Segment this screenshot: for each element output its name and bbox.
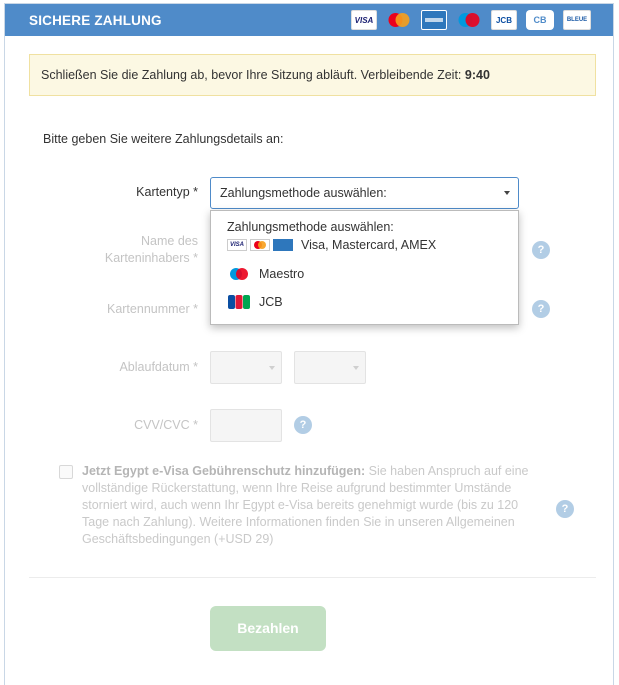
- visa-logo-icon: VISA: [351, 10, 377, 30]
- alert-text: Schließen Sie die Zahlung ab, bevor Ihre…: [41, 68, 462, 82]
- jcb-logo-icon: JCB: [491, 10, 517, 30]
- caret-down-icon: [269, 366, 275, 370]
- caret-down-icon: [504, 191, 510, 195]
- cvv-input[interactable]: [210, 409, 282, 442]
- card-type-value: Zahlungsmethode auswählen:: [220, 186, 387, 200]
- option-jcb[interactable]: JCB: [227, 294, 283, 310]
- cb-logo-icon: CB: [526, 10, 554, 30]
- cvv-label: CVV/CVC *: [134, 418, 198, 432]
- mastercard-icon: [250, 239, 270, 251]
- divider: [29, 577, 596, 578]
- jcb-icon: [227, 294, 251, 310]
- fee-protection-title: Jetzt Egypt e-Visa Gebührenschutz hinzuf…: [82, 464, 366, 478]
- maestro-logo-icon: [456, 10, 482, 30]
- cvv-help-icon[interactable]: ?: [294, 416, 312, 434]
- option-label: Visa, Mastercard, AMEX: [301, 238, 437, 252]
- card-number-help-icon[interactable]: ?: [532, 300, 550, 318]
- card-number-label: Kartennummer *: [106, 302, 198, 316]
- fee-protection-help-icon[interactable]: ?: [556, 500, 574, 518]
- cardholder-label: Name des Karteninhabers *: [104, 234, 198, 265]
- header-bar: SICHERE ZAHLUNG VISA JCB CB BLEUE: [5, 4, 613, 36]
- pay-button[interactable]: Bezahlen: [210, 606, 326, 651]
- alert-time: 9:40: [464, 68, 490, 82]
- expiry-year-select[interactable]: [294, 351, 366, 384]
- header-title: SICHERE ZAHLUNG: [29, 13, 162, 28]
- fee-protection-checkbox[interactable]: [59, 465, 73, 479]
- card-type-label: Kartentyp *: [136, 185, 198, 199]
- expiry-month-select[interactable]: [210, 351, 282, 384]
- amex-icon: [273, 239, 293, 251]
- fee-protection-text: Jetzt Egypt e-Visa Gebührenschutz hinzuf…: [82, 463, 546, 548]
- visa-icon: VISA: [227, 239, 247, 251]
- card-logos: VISA JCB CB BLEUE: [351, 10, 591, 30]
- option-visa-mastercard-amex[interactable]: VISA Visa, Mastercard, AMEX: [227, 238, 436, 252]
- dropdown-header: Zahlungsmethode auswählen:: [227, 220, 394, 234]
- expiry-label: Ablaufdatum *: [119, 360, 198, 374]
- payment-panel: SICHERE ZAHLUNG VISA JCB CB BLEUE Schlie…: [4, 3, 614, 685]
- session-timer-alert: Schließen Sie die Zahlung ab, bevor Ihre…: [29, 54, 596, 96]
- option-label: JCB: [259, 295, 283, 309]
- maestro-icon: [227, 266, 251, 282]
- option-maestro[interactable]: Maestro: [227, 266, 304, 282]
- option-label: Maestro: [259, 267, 305, 281]
- intro-text: Bitte geben Sie weitere Zahlungsdetails …: [43, 132, 284, 146]
- card-type-select[interactable]: Zahlungsmethode auswählen:: [210, 177, 519, 209]
- amex-logo-icon: [421, 10, 447, 30]
- carte-bleue-logo-icon: BLEUE: [563, 10, 591, 30]
- caret-down-icon: [353, 366, 359, 370]
- cardholder-help-icon[interactable]: ?: [532, 241, 550, 259]
- card-type-dropdown: Zahlungsmethode auswählen: VISA Visa, Ma…: [210, 210, 519, 325]
- mastercard-logo-icon: [386, 10, 412, 30]
